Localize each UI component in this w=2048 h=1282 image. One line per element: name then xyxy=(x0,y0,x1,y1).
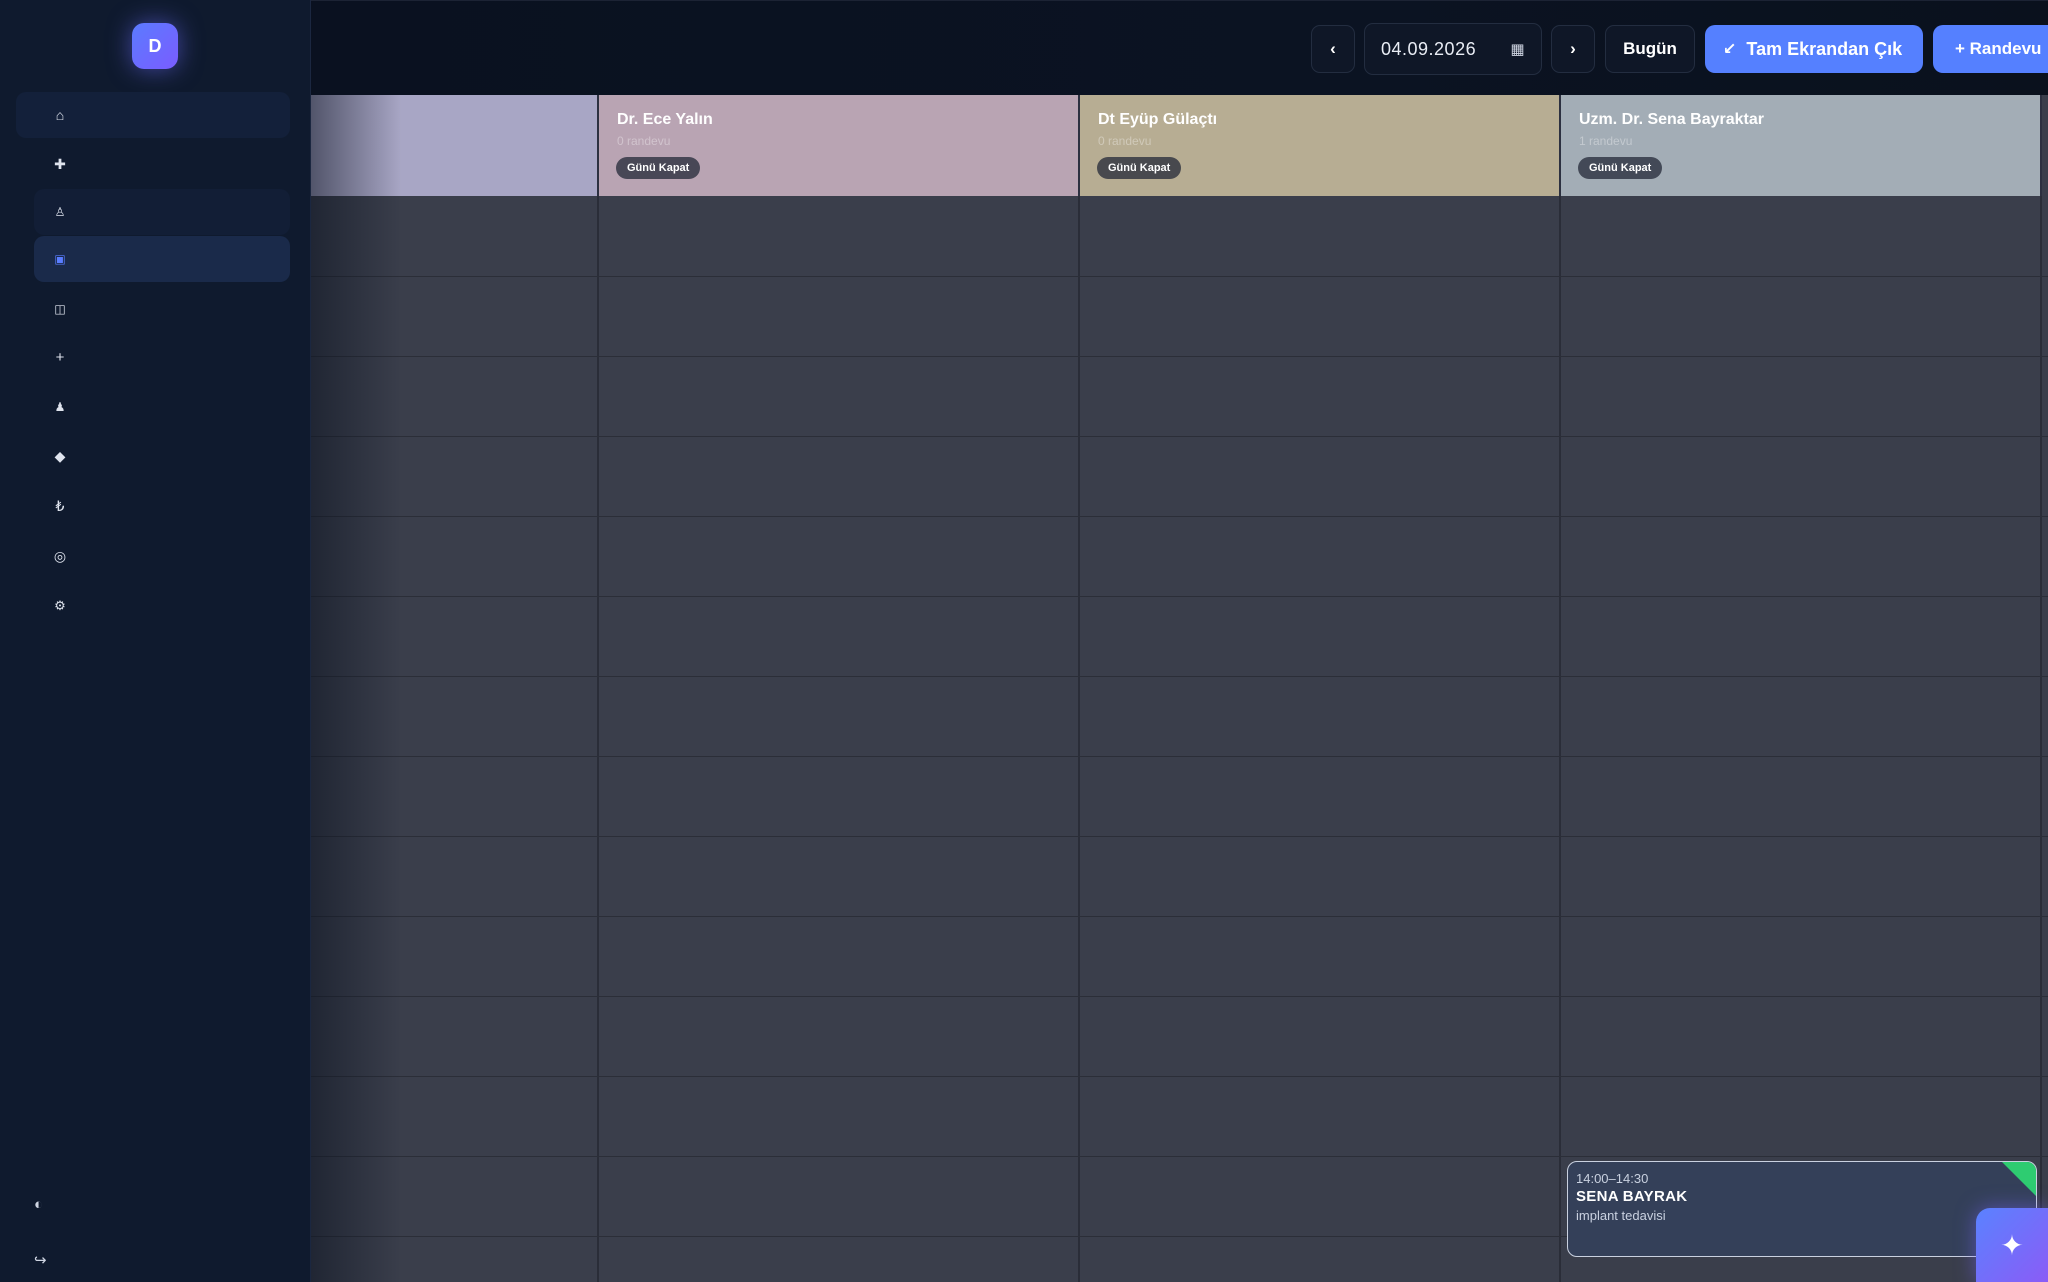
sidebar-subitem-board[interactable]: ◫ xyxy=(34,286,290,332)
home-icon: ⌂ xyxy=(55,107,65,123)
date-value: 04.09.2026 xyxy=(1381,38,1477,59)
close-day-button[interactable]: Günü Kapat xyxy=(1578,157,1663,179)
time-slot-line xyxy=(311,516,2048,517)
time-slot-line xyxy=(311,756,2048,757)
doctor-column[interactable] xyxy=(599,196,1080,1282)
lira-icon: ₺ xyxy=(55,497,65,514)
user-filled-icon: ♟ xyxy=(54,400,66,414)
treatment-name: implant tedavisi xyxy=(1576,1208,1666,1223)
doctor-column-header: Uzm. Dr. Sena Bayraktar 1 randevu Günü K… xyxy=(1561,95,2042,196)
close-day-button[interactable]: Günü Kapat xyxy=(1097,157,1182,179)
user-outline-icon: ♙ xyxy=(54,205,66,219)
prev-day-button[interactable]: ‹ xyxy=(1311,25,1355,73)
time-slot-line xyxy=(311,1156,2048,1157)
sparkle-icon: ✦ xyxy=(2000,1229,2024,1261)
app-logo[interactable]: D xyxy=(132,23,178,69)
new-appointment-label: + Randevu xyxy=(1955,39,2042,58)
sidebar-subitem-calendar[interactable]: ▣ xyxy=(34,236,290,282)
doctor-column[interactable] xyxy=(1080,196,1561,1282)
doctor-column-header: Dr. Ece Yalın 0 randevu Günü Kapat xyxy=(599,95,1080,196)
sidebar: D ⌂ ✚ ♙ ▣ ◫ + ♟ ◆ ₺ ◎ ⚙ ◐ ↪ xyxy=(0,0,311,1282)
diamond-icon: ◆ xyxy=(54,447,66,464)
time-slot-line xyxy=(311,1076,2048,1077)
doctor-column-header xyxy=(311,95,599,196)
sidebar-item-finance[interactable]: ₺ xyxy=(16,483,290,529)
theme-toggle-button[interactable]: ◐ xyxy=(16,1184,76,1224)
appointment-count: 0 randevu xyxy=(1098,134,1152,148)
topbar: ‹ 04.09.2026 ▦ › Bugün ↙ Tam Ekrandan Çı… xyxy=(311,0,2048,95)
sidebar-subitem-staff[interactable]: ♟ xyxy=(34,384,290,430)
chevron-right-icon: › xyxy=(1570,39,1576,58)
sidebar-item-treatments[interactable]: ◆ xyxy=(16,433,290,479)
time-slot-line xyxy=(311,276,2048,277)
today-label: Bugün xyxy=(1623,39,1677,58)
sidebar-item-home[interactable]: ⌂ xyxy=(16,92,290,138)
calendar-square-icon: ▣ xyxy=(54,252,66,266)
exit-fullscreen-button[interactable]: ↙ Tam Ekrandan Çık xyxy=(1705,25,1923,73)
date-input[interactable]: 04.09.2026 ▦ xyxy=(1364,23,1542,75)
exit-fullscreen-label: Tam Ekrandan Çık xyxy=(1746,38,1903,59)
time-slot-line xyxy=(311,676,2048,677)
status-corner xyxy=(2002,1162,2036,1196)
doctor-name: Uzm. Dr. Sena Bayraktar xyxy=(1579,111,1764,128)
doctor-name: Dr. Ece Yalın xyxy=(617,111,713,128)
time-slot-line xyxy=(311,836,2048,837)
sidebar-subitem-add[interactable]: + xyxy=(34,334,290,380)
close-day-button[interactable]: Günü Kapat xyxy=(616,157,701,179)
target-icon: ◎ xyxy=(53,547,67,564)
assistant-button[interactable]: ✦ xyxy=(1976,1208,2048,1282)
plus-icon: + xyxy=(55,348,65,366)
appointment-count: 0 randevu xyxy=(617,134,671,148)
today-button[interactable]: Bugün xyxy=(1605,25,1695,73)
doctor-column[interactable] xyxy=(1561,196,2042,1282)
app-root: D ⌂ ✚ ♙ ▣ ◫ + ♟ ◆ ₺ ◎ ⚙ ◐ ↪ ‹ 04.09.2026… xyxy=(0,0,2048,1282)
appointment-card[interactable]: 14:00–14:30 SENA BAYRAK implant tedavisi xyxy=(1567,1161,2037,1257)
doctor-column[interactable] xyxy=(311,196,599,1282)
time-slot-line xyxy=(311,996,2048,997)
appointment-time: 14:00–14:30 xyxy=(1576,1171,1649,1186)
plus-cross-icon: ✚ xyxy=(54,155,66,172)
logout-icon: ↪ xyxy=(34,1252,47,1269)
theme-toggle-icon: ◐ xyxy=(34,1195,44,1213)
doctor-column-header: Dt Eyüp Gülaçtı 0 randevu Günü Kapat xyxy=(1080,95,1561,196)
sidebar-subitem-patients[interactable]: ♙ xyxy=(34,189,290,235)
time-slot-line xyxy=(311,596,2048,597)
logout-button[interactable]: ↪ xyxy=(16,1240,76,1280)
doctor-name: Dt Eyüp Gülaçtı xyxy=(1098,111,1218,128)
columns-icon: ◫ xyxy=(54,302,66,316)
time-slot-line xyxy=(311,436,2048,437)
calendar-icon[interactable]: ▦ xyxy=(1510,40,1525,58)
time-slot-line xyxy=(311,916,2048,917)
chevron-left-icon: ‹ xyxy=(1330,39,1336,58)
sidebar-item-reports[interactable]: ◎ xyxy=(16,533,290,579)
time-slot-line xyxy=(311,356,2048,357)
sidebar-item-clinic[interactable]: ✚ xyxy=(16,141,290,187)
exit-fullscreen-icon: ↙ xyxy=(1723,41,1737,58)
next-day-button[interactable]: › xyxy=(1551,25,1595,73)
new-appointment-button[interactable]: + Randevu xyxy=(1933,25,2048,73)
appointment-count: 1 randevu xyxy=(1579,134,1633,148)
sidebar-item-settings[interactable]: ⚙ xyxy=(16,583,290,629)
patient-name: SENA BAYRAK xyxy=(1576,1188,1688,1205)
gear-icon: ⚙ xyxy=(54,598,66,613)
calendar-grid: Dr. Ece Yalın 0 randevu Günü Kapat Dt Ey… xyxy=(311,95,2048,1282)
